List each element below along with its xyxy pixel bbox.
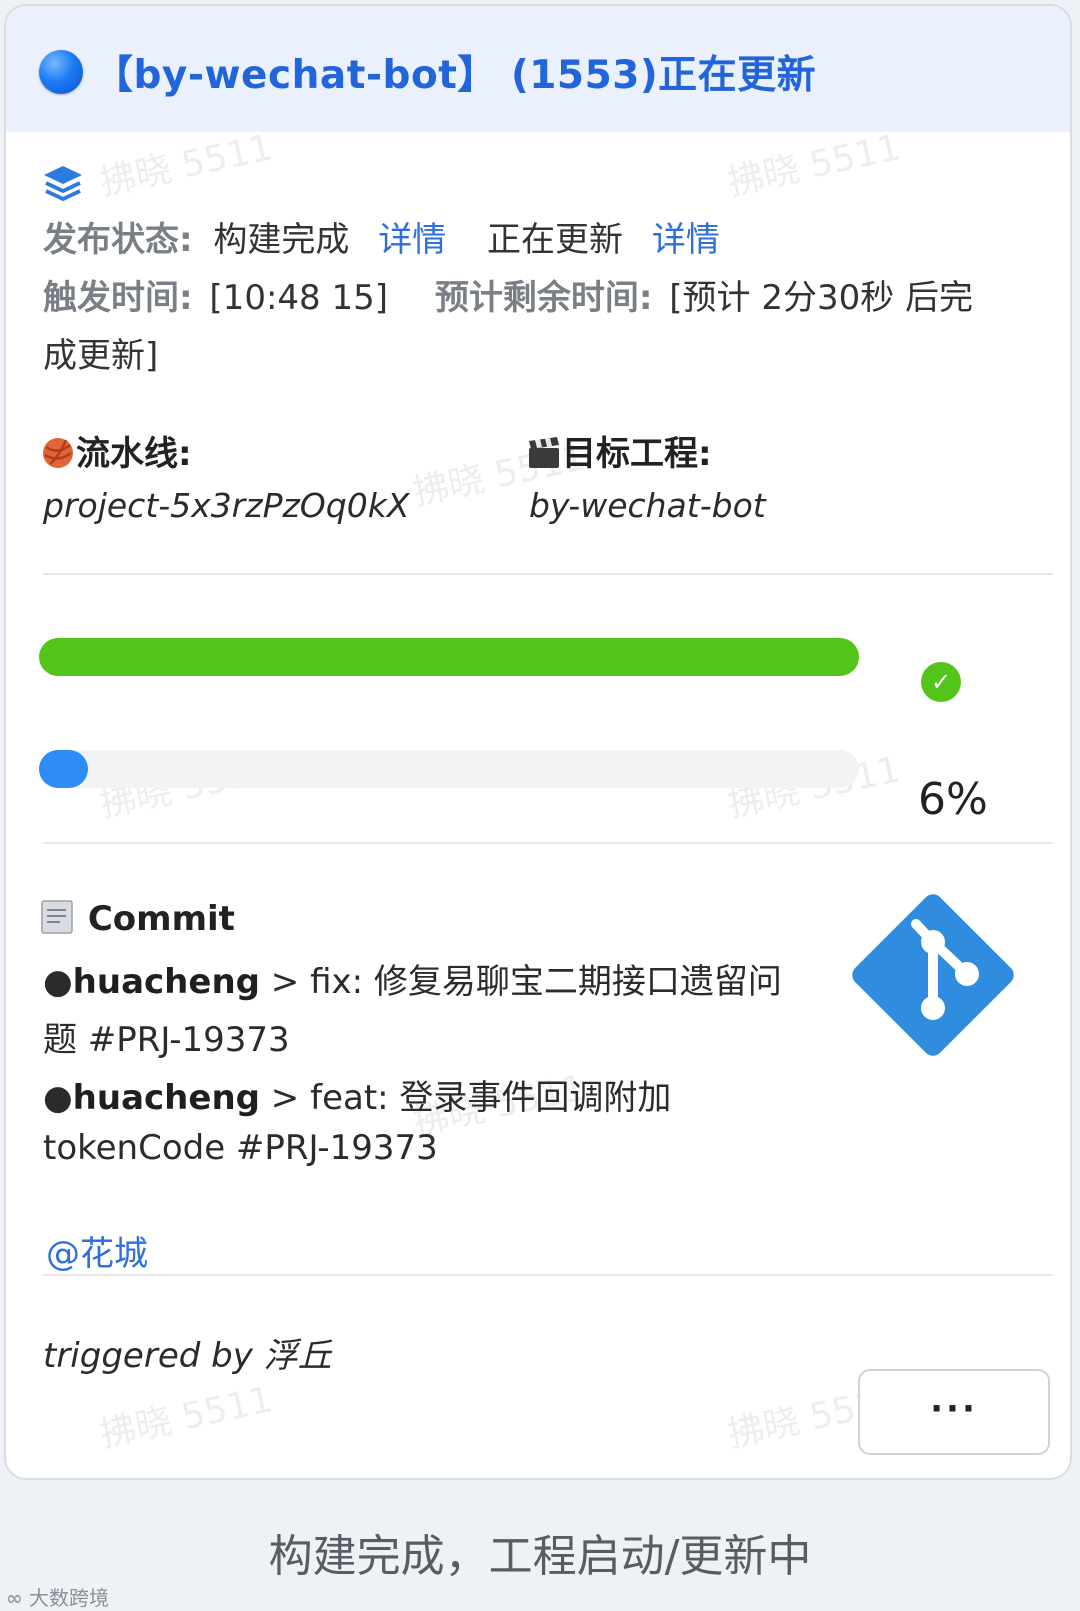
target-heading: 目标工程: [526, 426, 712, 475]
pipeline-value: project-5x3rzPzOq0kX [43, 486, 410, 525]
commit-arrow: > [260, 962, 311, 1002]
build-progress-fill [39, 638, 859, 676]
update-progress-bar [39, 750, 859, 788]
commit-message: feat: 登录事件回调附加 [310, 1078, 672, 1118]
notification-card: 【by-wechat-bot】 (1553)正在更新 拂晓 5511 拂晓 55… [4, 4, 1072, 1480]
commit-item: ●huacheng > fix: 修复易聊宝二期接口遗留问 [43, 954, 782, 1003]
update-progress-percent: 6% [918, 774, 988, 825]
publish-status-row: 发布状态: 构建完成 详情 正在更新 详情 [43, 212, 720, 261]
divider [43, 573, 1053, 575]
trigger-time-value: [10:48 15] [209, 278, 389, 318]
layers-icon [44, 166, 82, 201]
document-icon [41, 900, 73, 934]
card-title: 【by-wechat-bot】 (1553)正在更新 [94, 53, 817, 98]
commit-message: fix: 修复易聊宝二期接口遗留问 [310, 962, 782, 1002]
update-state: 正在更新 [487, 220, 624, 260]
target-value: by-wechat-bot [529, 486, 766, 525]
commit-author: huacheng [72, 962, 260, 1002]
more-button[interactable]: ··· [858, 1369, 1050, 1455]
bullet: ● [43, 1078, 73, 1118]
card-header: 【by-wechat-bot】 (1553)正在更新 [6, 6, 1070, 132]
update-detail-link[interactable]: 详情 [652, 220, 720, 260]
update-progress-fill [39, 750, 89, 788]
target-label: 目标工程: [562, 434, 712, 474]
caption: 构建完成，工程启动/更新中 [268, 1531, 812, 1582]
divider [43, 1274, 1053, 1276]
remaining-time-value: [预计 2分30秒 后完 [669, 278, 974, 318]
status-dot-icon [39, 50, 83, 94]
commit-arrow: > [260, 1078, 311, 1118]
clapperboard-icon [529, 437, 559, 468]
commit-title: Commit [87, 899, 235, 939]
commit-item: ●huacheng > feat: 登录事件回调附加 [43, 1070, 671, 1119]
divider [43, 842, 1053, 844]
mention-link[interactable]: @花城 [46, 1226, 148, 1275]
commit-heading: Commit [40, 898, 235, 939]
trigger-time-label: 触发时间: [43, 278, 193, 318]
commit-author: huacheng [72, 1078, 260, 1118]
check-circle-icon: ✓ [921, 662, 961, 702]
build-progress-bar [39, 638, 859, 676]
build-detail-link[interactable]: 详情 [378, 220, 446, 260]
publish-status-label: 发布状态: [43, 220, 193, 260]
corner-logo-icon: ∞ [6, 1586, 23, 1610]
yarn-ball-icon [43, 438, 73, 468]
commit-message-continued: 题 #PRJ-19373 [43, 1020, 290, 1060]
corner-logo-text: 大数跨境 [29, 1586, 110, 1610]
pipeline-label: 流水线: [76, 434, 192, 474]
time-row: 触发时间: [10:48 15] 预计剩余时间: [预计 2分30秒 后完 [43, 270, 973, 319]
bullet: ● [43, 962, 73, 1002]
watermark: 拂晓 5511 [96, 1379, 277, 1456]
pipeline-heading: 流水线: [40, 426, 192, 475]
remaining-time-continued: 成更新] [43, 336, 159, 376]
commit-message-continued: tokenCode #PRJ-19373 [43, 1128, 438, 1168]
triggered-by: triggered by 浮丘 [43, 1336, 332, 1376]
build-state: 构建完成 [213, 220, 350, 260]
remaining-time-label: 预计剩余时间: [434, 278, 653, 318]
git-logo-icon [852, 894, 1014, 1056]
